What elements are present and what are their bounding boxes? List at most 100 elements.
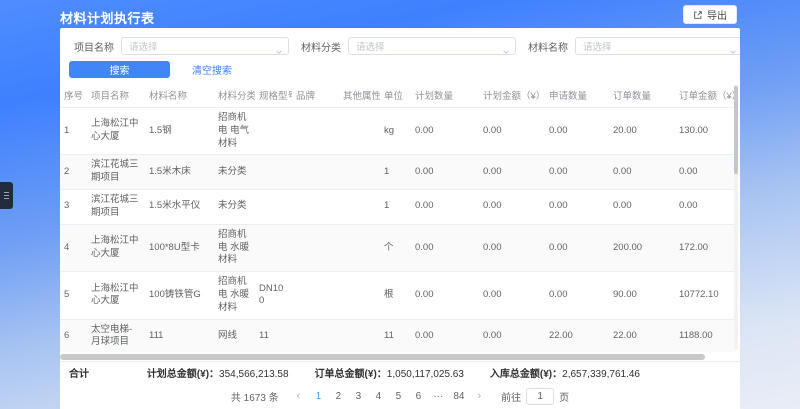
column-header: 计划金额（¥） [479, 82, 545, 108]
summary-total-label: 合计 [69, 365, 89, 380]
table-cell: 招商机电 水暖材料 [214, 224, 255, 271]
column-header: 单位 [380, 82, 411, 108]
table-cell: 未分类 [214, 190, 255, 225]
pagination: 共 1673 条 ‹ 123456···84 › 前往 页 [60, 383, 740, 409]
table-row[interactable]: 6太空电梯-月球项目111网线11110.000.0022.0022.00118… [60, 319, 736, 352]
page-number[interactable]: 84 [450, 389, 467, 404]
table-cell: 10772.10 [675, 272, 736, 319]
table-cell [255, 224, 292, 271]
column-header: 项目名称 [87, 82, 145, 108]
table-cell: 6 [60, 319, 87, 352]
table-cell: 未分类 [214, 155, 255, 190]
table-cell: 滨江花城三期项目 [87, 190, 145, 225]
column-header: 规格型号 [255, 82, 292, 108]
table-cell: DN100 [255, 272, 292, 319]
table-cell: 招商机电 电气材料 [214, 108, 255, 155]
filter-material-name: 材料名称 请选择 [528, 37, 740, 55]
page-number[interactable]: 3 [350, 389, 366, 404]
table-cell: 1.5米水平仪 [145, 190, 214, 225]
project-select[interactable]: 请选择 [121, 37, 289, 55]
table-cell: 上海松江中心大厦 [87, 108, 145, 155]
goto-unit-label: 页 [559, 389, 569, 404]
table-cell: 100*8U型卡 [145, 224, 214, 271]
table-cell [292, 319, 339, 352]
table-cell: 20.00 [609, 108, 675, 155]
table-cell: 0.00 [545, 108, 609, 155]
vertical-scrollbar-thumb[interactable] [734, 86, 738, 174]
table-row[interactable]: 1上海松江中心大厦1.5钢招商机电 电气材料kg0.000.000.0020.0… [60, 108, 736, 155]
column-header: 序号 [60, 82, 87, 108]
page-title: 材料计划执行表 [60, 8, 155, 27]
filter-material-category: 材料分类 请选择 [301, 37, 516, 55]
table-cell: 2 [60, 155, 87, 190]
column-header: 订单数量 [609, 82, 675, 108]
table-cell [292, 155, 339, 190]
table-cell: 200.00 [609, 224, 675, 271]
table-cell: 0.00 [545, 224, 609, 271]
table-cell: 90.00 [609, 272, 675, 319]
table-cell: 11 [380, 319, 411, 352]
table-cell [339, 224, 380, 271]
table-row[interactable]: 4上海松江中心大厦100*8U型卡招商机电 水暖材料个0.000.000.002… [60, 224, 736, 271]
table-cell [255, 190, 292, 225]
chevron-down-icon [275, 43, 283, 61]
page-list: 123456 ··· 84 [310, 389, 467, 404]
table-cell: 0.00 [479, 155, 545, 190]
table-cell: 根 [380, 272, 411, 319]
table-cell: 0.00 [545, 190, 609, 225]
search-button[interactable]: 搜索 [69, 61, 170, 78]
table-cell: 0.00 [545, 155, 609, 190]
page-number[interactable]: 4 [370, 389, 386, 404]
table-cell: 0.00 [411, 224, 479, 271]
filter-material-name-label: 材料名称 [528, 39, 568, 54]
table-cell: 1.5米木床 [145, 155, 214, 190]
table-cell: 172.00 [675, 224, 736, 271]
page-number[interactable]: 5 [390, 389, 406, 404]
table-cell: 0.00 [479, 224, 545, 271]
sidebar-toggle[interactable] [0, 182, 13, 209]
table-cell: 0.00 [479, 272, 545, 319]
prev-page-arrow[interactable]: ‹ [293, 390, 305, 402]
horizontal-scrollbar[interactable] [60, 354, 736, 360]
table-cell: 0.00 [479, 319, 545, 352]
project-select-placeholder: 请选择 [129, 39, 158, 53]
page-number[interactable]: 6 [410, 389, 426, 404]
table-header-row: 序号项目名称材料名称材料分类规格型号品牌其他属性单位计划数量计划金额（¥）申请数… [60, 82, 736, 108]
summary-item: 订单总金额(¥)：1,050,117,025.63 [315, 365, 464, 380]
page-number[interactable]: 2 [330, 389, 346, 404]
export-button[interactable]: 导出 [683, 5, 737, 24]
table-cell: 招商机电 水暖材料 [214, 272, 255, 319]
filter-project: 项目名称 请选择 [74, 37, 289, 55]
column-header: 其他属性 [339, 82, 380, 108]
column-header: 品牌 [292, 82, 339, 108]
page-number[interactable]: 1 [310, 389, 326, 404]
table-cell [292, 108, 339, 155]
material-category-placeholder: 请选择 [356, 39, 385, 53]
menu-icon [3, 191, 10, 200]
next-page-arrow[interactable]: › [473, 390, 485, 402]
page-ellipsis[interactable]: ··· [430, 389, 446, 404]
table-cell: 100铸铁管G [145, 272, 214, 319]
table-cell: 22.00 [545, 319, 609, 352]
table-cell: 0.00 [411, 272, 479, 319]
goto-page-input[interactable] [526, 388, 554, 405]
pagination-total: 共 1673 条 [231, 389, 279, 404]
table-cell [255, 108, 292, 155]
export-icon [693, 10, 703, 20]
table-row[interactable]: 2滨江花城三期项目1.5米木床未分类10.000.000.000.000.00 [60, 155, 736, 190]
table-cell: 上海松江中心大厦 [87, 272, 145, 319]
vertical-scrollbar[interactable] [734, 84, 738, 350]
table-row[interactable]: 5上海松江中心大厦100铸铁管G招商机电 水暖材料DN100根0.000.000… [60, 272, 736, 319]
table-cell: 1188.00 [675, 319, 736, 352]
table-row[interactable]: 3滨江花城三期项目1.5米水平仪未分类10.000.000.000.000.00 [60, 190, 736, 225]
table-cell [292, 224, 339, 271]
material-name-select[interactable]: 请选择 [575, 37, 740, 55]
horizontal-scrollbar-thumb[interactable] [60, 354, 705, 360]
table-cell [292, 272, 339, 319]
material-category-select[interactable]: 请选择 [348, 37, 516, 55]
clear-search-link[interactable]: 清空搜索 [192, 62, 232, 77]
table-cell: 4 [60, 224, 87, 271]
table-cell: 0.00 [479, 190, 545, 225]
table-cell: kg [380, 108, 411, 155]
table-cell: 0.00 [675, 155, 736, 190]
